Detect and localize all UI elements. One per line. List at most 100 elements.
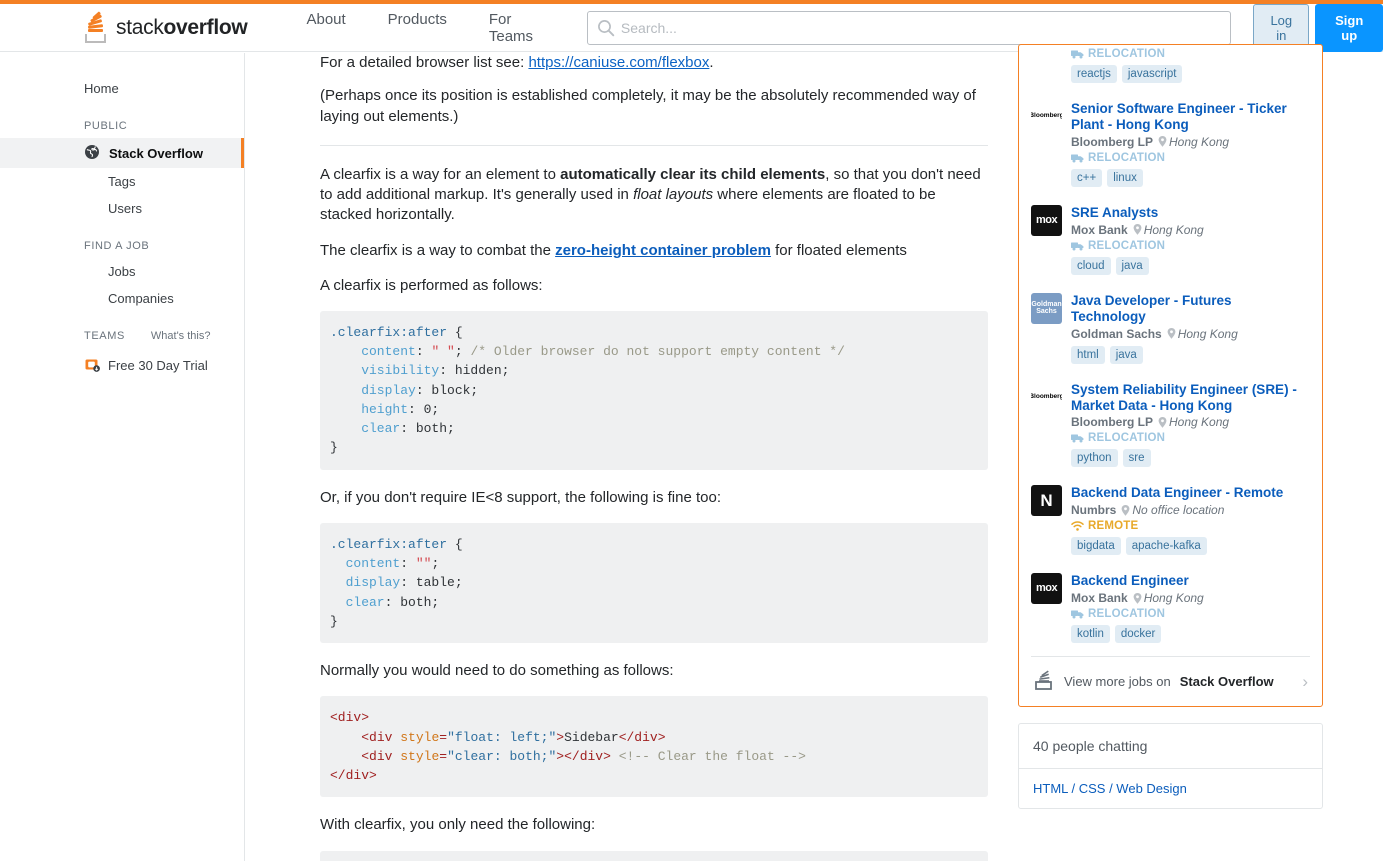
nav-item-for-teams[interactable]: For Teams [468, 5, 565, 51]
chat-room-item[interactable]: HTML / CSS / Web Design [1019, 769, 1322, 808]
job-body: Java Developer - Futures Technology Gold… [1071, 293, 1310, 364]
job-tags: cloud java [1071, 256, 1310, 275]
job-title-link[interactable]: Java Developer - Futures Technology [1071, 293, 1310, 325]
job-body: SRE Analysts Mox Bank Hong Kong RELOCATI… [1071, 205, 1310, 275]
sign-up-button[interactable]: Sign up [1315, 3, 1383, 52]
sidebar-item-jobs[interactable]: Jobs [0, 258, 244, 285]
location-pin-icon [1133, 224, 1142, 236]
job-tag[interactable]: java [1109, 345, 1143, 364]
paragraph-browser-list: For a detailed browser list see: https:/… [320, 53, 988, 73]
job-title-link[interactable]: Backend Data Engineer - Remote [1071, 485, 1310, 501]
job-tag[interactable]: javascript [1121, 65, 1183, 83]
badge-label: RELOCATION [1088, 151, 1166, 164]
code3-l2-text: Sidebar [564, 729, 619, 745]
code2-prop-content: content [330, 556, 401, 572]
job-tag[interactable]: sre [1122, 449, 1151, 468]
sidebar-item-users[interactable]: Users [0, 195, 244, 222]
logo-wordmark: stackoverflow [116, 15, 248, 40]
job-tag[interactable]: bigdata [1071, 537, 1121, 556]
code-block-manual-clear[interactable]: <div> <div style="float: left;">Sidebar<… [320, 696, 988, 798]
job-title-link[interactable]: System Reliability Engineer (SRE) - Mark… [1071, 382, 1310, 414]
code3-l3-attr: style [400, 748, 440, 764]
code3-l2-indent [330, 730, 361, 745]
sidebar-item-tags[interactable]: Tags [0, 168, 244, 195]
code1-colon: : [415, 344, 432, 360]
code1-brace-open: { [447, 325, 463, 340]
job-tags: c++ linux [1071, 168, 1310, 187]
job-listing[interactable]: mox Backend Engineer Mox Bank Hong Kong … [1031, 564, 1310, 652]
code3-l2-close: </div> [618, 729, 666, 745]
sidebar-item-home[interactable]: Home [0, 75, 244, 102]
code2-val-display: : table; [400, 575, 463, 591]
sidebar-item-label: Users [108, 201, 142, 216]
job-badge-row: RELOCATION [1071, 608, 1310, 620]
whats-this-link[interactable]: What's this? [151, 330, 211, 342]
job-tag[interactable]: reactjs [1071, 65, 1117, 83]
sidebar-section-teams: TEAMS What's this? [0, 312, 244, 348]
code3-l3-tag: <div [361, 748, 401, 764]
job-location: Hong Kong [1158, 135, 1229, 149]
job-company: Numbrs [1071, 503, 1117, 518]
code1-prop-content: content [330, 344, 416, 360]
job-badge-row: RELOCATION [1071, 48, 1310, 60]
job-tag[interactable]: c++ [1071, 168, 1103, 187]
job-tag[interactable]: apache-kafka [1125, 537, 1207, 556]
code3-l2-eq: = [439, 729, 448, 745]
job-listing[interactable]: Bloomberg Senior Software Engineer - Tic… [1031, 92, 1310, 196]
caniuse-link[interactable]: https://caniuse.com/flexbox [528, 54, 709, 71]
location-pin-icon [1133, 592, 1142, 604]
paragraph-normally: Normally you would need to do something … [320, 662, 674, 680]
job-meta: Goldman Sachs Hong Kong [1071, 327, 1310, 341]
truck-icon [1071, 610, 1084, 619]
job-tag[interactable]: html [1071, 345, 1105, 364]
job-listing[interactable]: mox SRE Analysts Mox Bank Hong Kong RELO… [1031, 196, 1310, 284]
nav-item-about[interactable]: About [285, 5, 366, 51]
job-meta: Bloomberg LP Hong Kong [1071, 415, 1310, 429]
code1-val-display: : block; [415, 382, 479, 398]
code1-semi: ; [454, 344, 471, 360]
job-tag[interactable]: java [1115, 256, 1149, 275]
job-title-link[interactable]: Backend Engineer [1071, 573, 1310, 589]
logo-word-stack: stack [116, 15, 164, 39]
nav-item-products[interactable]: Products [367, 5, 468, 51]
sidebar-item-companies[interactable]: Companies [0, 285, 244, 312]
zero-height-container-problem-link[interactable]: zero-height container problem [555, 242, 771, 259]
company-logo: mox [1031, 204, 1062, 236]
job-body: Senior Software Engineer - Ticker Plant … [1071, 101, 1310, 187]
sidebar-item-label: Companies [108, 291, 174, 306]
job-listing[interactable]: Bloomberg System Reliability Engineer (S… [1031, 373, 1310, 477]
code-block-clearfix-table[interactable]: .clearfix:after { content: ""; display: … [320, 522, 988, 644]
answer-content: For a detailed browser list see: https:/… [246, 53, 1018, 861]
job-listing[interactable]: RELOCATION reactjs javascript [1031, 45, 1310, 92]
browser-list-suffix: . [709, 54, 714, 71]
stack-overflow-logo[interactable]: stackoverflow [84, 11, 248, 43]
sidebar-section-find-a-job: FIND A JOB [84, 240, 150, 252]
sidebar-item-stack-overflow[interactable]: Stack Overflow [0, 138, 244, 168]
job-company: Goldman Sachs [1071, 326, 1162, 341]
job-tag[interactable]: kotlin [1071, 625, 1110, 644]
primary-nav: About Products For Teams [285, 5, 564, 51]
sidebar-section-public: PUBLIC [84, 120, 128, 132]
job-listing[interactable]: N Backend Data Engineer - Remote Numbrs … [1031, 476, 1310, 564]
job-tag[interactable]: python [1071, 449, 1118, 468]
code2-prop-clear: clear [330, 594, 385, 610]
truck-icon [1071, 50, 1084, 59]
sidebar-item-label: Free 30 Day Trial [108, 357, 208, 373]
browser-list-prefix: For a detailed browser list see: [320, 54, 529, 71]
job-company: Bloomberg LP [1071, 134, 1154, 149]
content-divider [320, 144, 988, 146]
sidebar-item-label: Tags [108, 174, 136, 189]
job-title-link[interactable]: Senior Software Engineer - Ticker Plant … [1071, 101, 1310, 133]
chat-heading: 40 people chatting [1019, 724, 1322, 770]
code-block-clearfix-after[interactable]: .clearfix:after { content: " "; /* Older… [320, 311, 988, 470]
view-more-prefix: View more jobs on [1064, 674, 1171, 690]
search-input[interactable] [586, 10, 1232, 45]
job-title-link[interactable]: SRE Analysts [1071, 205, 1310, 221]
job-tag[interactable]: cloud [1071, 256, 1111, 275]
code-block-with-clearfix[interactable]: <div class="clearfix"> <div style="float… [320, 850, 988, 861]
job-listing[interactable]: Goldman Sachs Java Developer - Futures T… [1031, 284, 1310, 373]
job-tag[interactable]: linux [1107, 168, 1143, 187]
job-tag[interactable]: docker [1114, 625, 1162, 644]
sidebar-item-free-trial[interactable]: Free 30 Day Trial [0, 348, 244, 380]
view-more-jobs-link[interactable]: View more jobs on Stack Overflow › [1031, 656, 1310, 706]
